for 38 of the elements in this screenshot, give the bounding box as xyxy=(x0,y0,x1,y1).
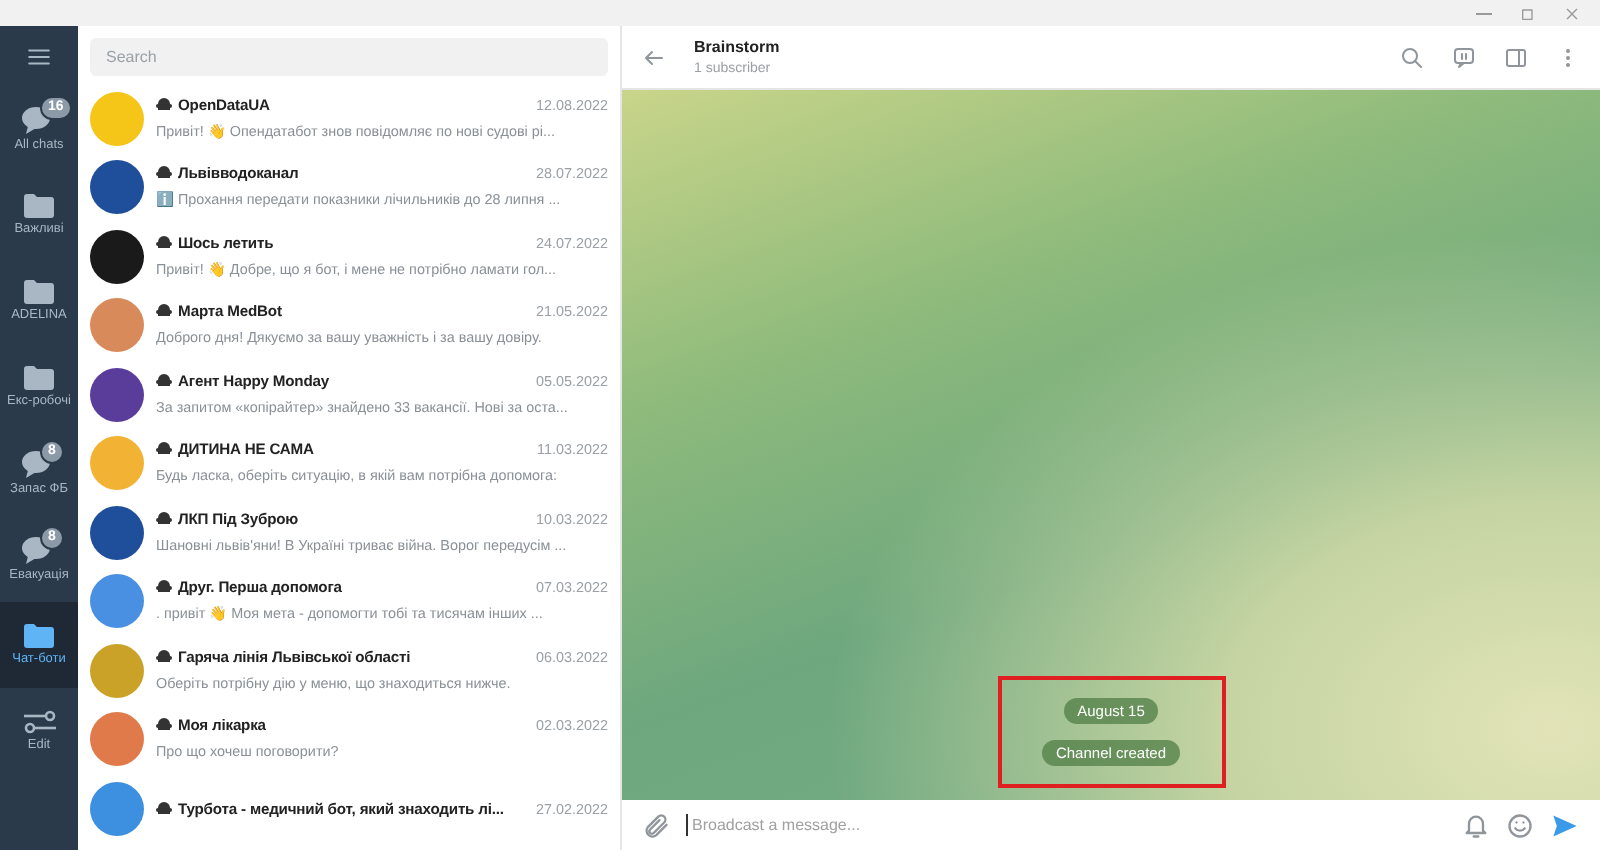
side-panel-icon xyxy=(1504,45,1528,69)
search-icon xyxy=(1400,45,1424,69)
channel-title: Brainstorm xyxy=(694,38,782,56)
minimize-icon xyxy=(1476,11,1492,15)
close-icon xyxy=(1564,5,1580,21)
speech-bubble-icon xyxy=(1452,45,1476,69)
emoji-button[interactable] xyxy=(1506,811,1534,839)
restore-icon xyxy=(1520,5,1536,21)
menu-icon xyxy=(26,43,52,69)
bot-icon xyxy=(156,373,172,388)
bot-icon xyxy=(156,649,172,664)
bot-icon xyxy=(156,304,172,319)
folder-icon xyxy=(24,194,54,218)
send-icon xyxy=(1550,811,1580,839)
bot-icon xyxy=(156,718,172,733)
notifications-button[interactable] xyxy=(1462,811,1490,839)
bot-icon xyxy=(156,442,172,457)
folder-icon xyxy=(24,280,54,304)
bot-icon xyxy=(156,801,172,816)
smiley-icon xyxy=(1506,811,1534,839)
bot-icon xyxy=(156,580,172,595)
search-field[interactable]: Search xyxy=(90,38,608,76)
bot-icon xyxy=(156,166,172,181)
folder-icon xyxy=(24,366,54,390)
folder-icon xyxy=(24,624,54,648)
attach-button[interactable] xyxy=(642,811,670,839)
bot-icon xyxy=(156,97,172,112)
search-button[interactable] xyxy=(1400,45,1424,69)
send-button[interactable] xyxy=(1550,811,1580,839)
sliders-icon xyxy=(23,710,55,734)
bell-icon xyxy=(1462,811,1490,839)
side-panel-button[interactable] xyxy=(1504,45,1528,69)
back-button[interactable] xyxy=(642,45,666,69)
comments-button[interactable] xyxy=(1452,45,1476,69)
bot-icon xyxy=(156,235,172,250)
back-arrow-icon xyxy=(642,45,666,69)
bot-icon xyxy=(156,511,172,526)
paperclip-icon xyxy=(642,811,670,839)
